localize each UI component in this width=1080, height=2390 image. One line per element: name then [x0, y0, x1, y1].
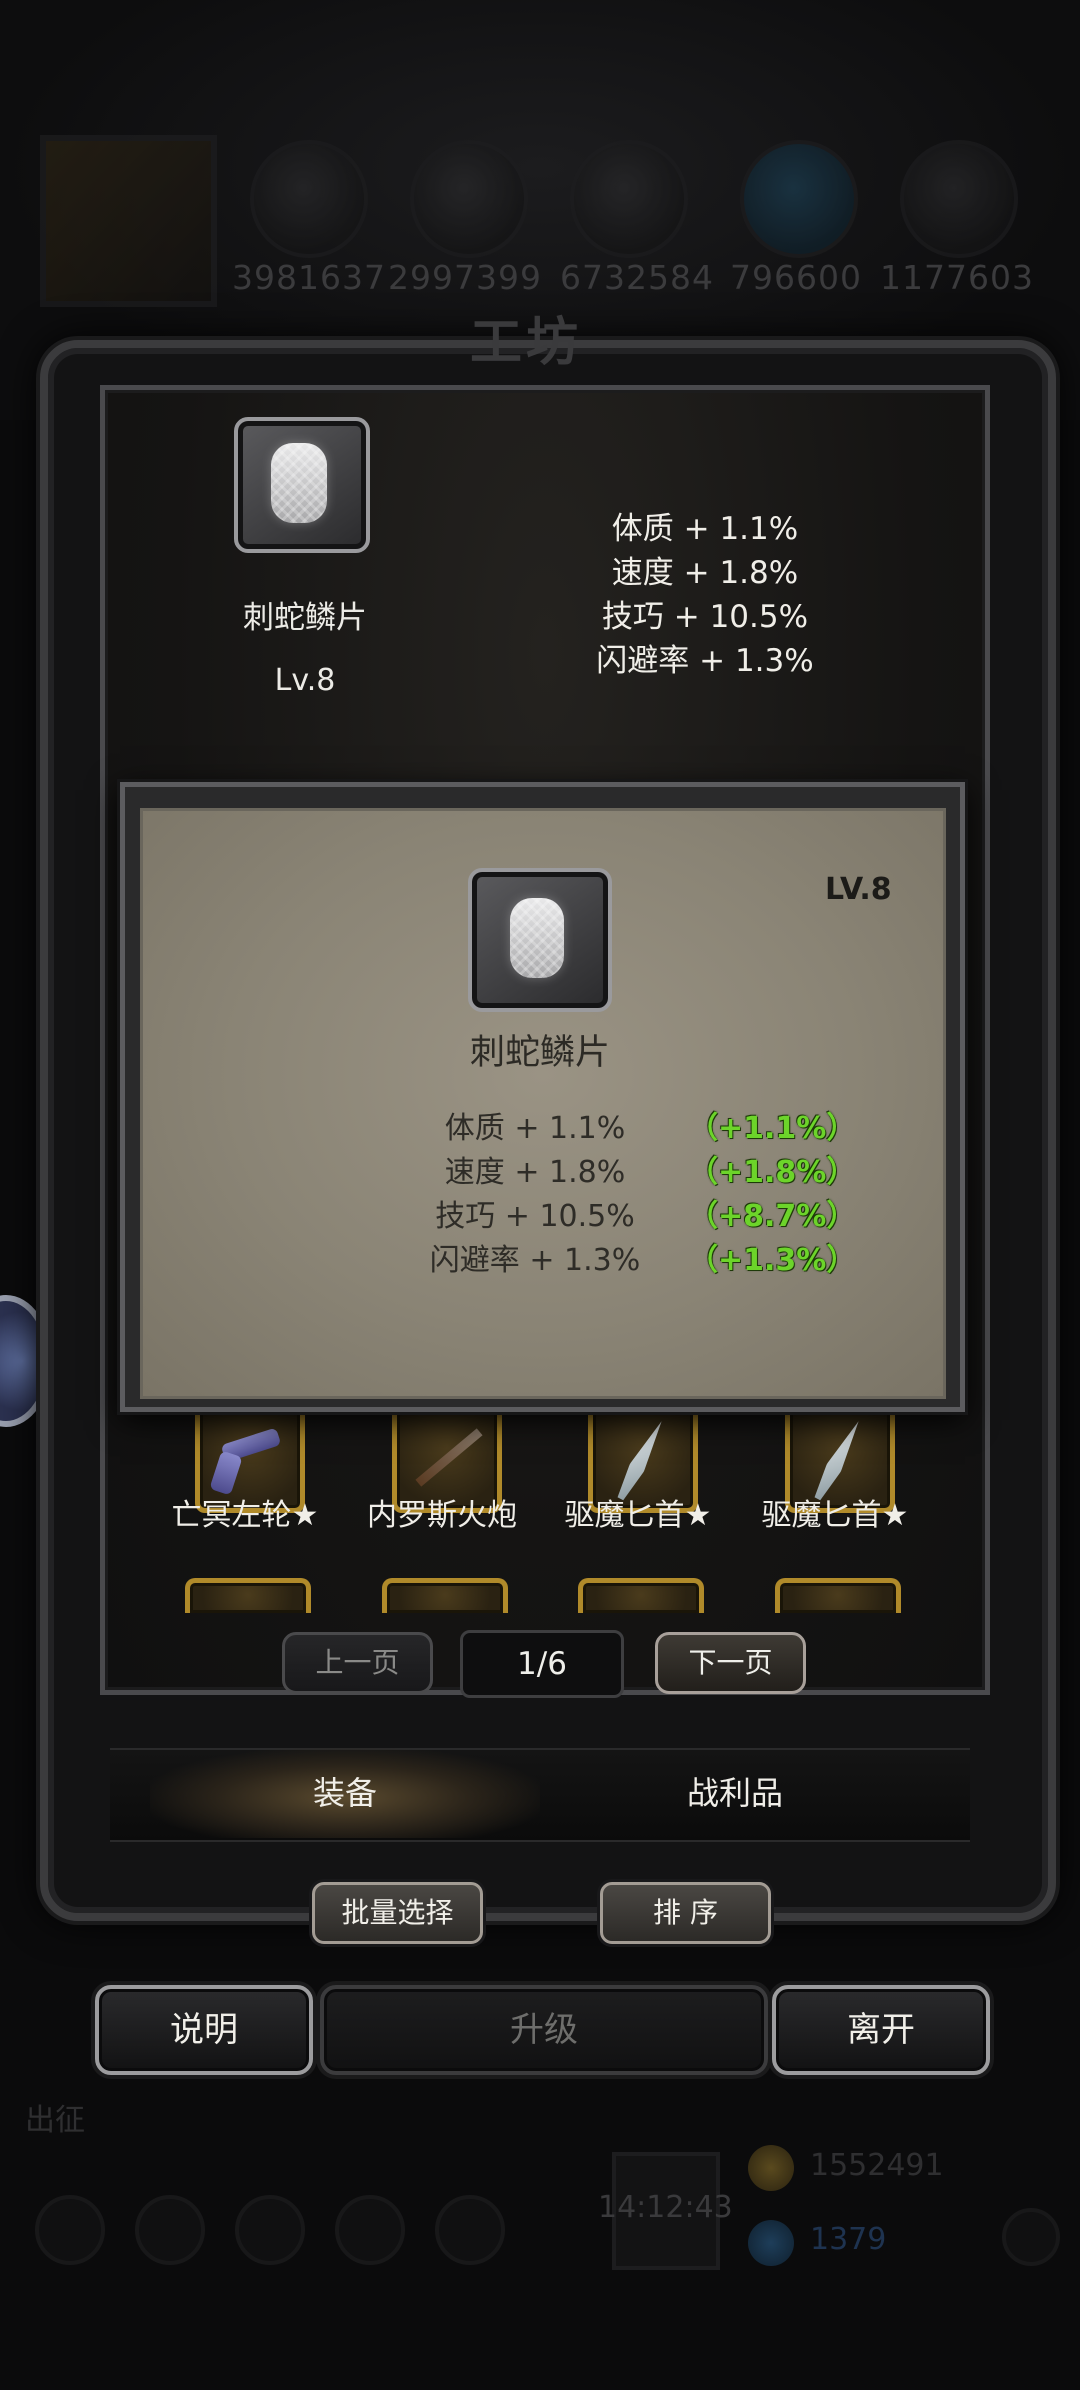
header-stat-dodge: 闪避率 + 1.3%	[596, 643, 814, 679]
resource-icon-4	[740, 140, 858, 258]
card-bonus-constitution: （+1.1%）	[688, 1111, 857, 1146]
item-name-4: 驱魔匕首★	[761, 1498, 909, 1533]
resource-icon-5	[900, 140, 1018, 258]
clock-text: 14:12:43	[598, 2190, 733, 2225]
card-item-slot	[468, 868, 612, 1012]
card-stat-dodge: 闪避率 + 1.3%	[429, 1243, 641, 1278]
card-bonus-speed: （+1.8%）	[688, 1155, 857, 1190]
item-slot-6[interactable]	[382, 1578, 508, 1613]
header-stat-speed: 速度 + 1.8%	[611, 555, 799, 591]
resource-icon-1	[250, 140, 368, 258]
item-slot-7[interactable]	[578, 1578, 704, 1613]
resource-icon-3	[570, 140, 688, 258]
tab-loot[interactable]: 战利品	[540, 1748, 930, 1838]
header-stat-skill: 技巧 + 10.5%	[601, 599, 809, 635]
portrait-background	[40, 135, 217, 307]
bottom-nav-icon-1	[35, 2195, 105, 2265]
bottom-nav-icon-5	[435, 2195, 505, 2265]
selected-item-level: Lv.8	[274, 663, 336, 698]
resource-icon-2	[410, 140, 528, 258]
gold-coin-icon	[748, 2145, 794, 2191]
gem-icon	[748, 2220, 794, 2266]
batch-select-button[interactable]: 批量选择	[312, 1882, 483, 1944]
resource-value-4: 796600	[730, 258, 862, 297]
card-level: LV.8	[825, 872, 892, 907]
selected-item-slot[interactable]	[234, 417, 370, 553]
card-stat-speed: 速度 + 1.8%	[444, 1155, 626, 1190]
expedition-label: 出征	[25, 2103, 85, 2138]
prev-page-button[interactable]: 上一页	[282, 1632, 433, 1694]
revolver-grip	[209, 1450, 243, 1496]
item-slot-8[interactable]	[775, 1578, 901, 1613]
bottom-nav-icon-4	[335, 2195, 405, 2265]
page-indicator: 1/6	[460, 1630, 624, 1698]
card-stat-constitution: 体质 + 1.1%	[444, 1111, 626, 1146]
resource-value-5: 1177603	[880, 258, 1034, 297]
resource-value-2: 2997399	[388, 258, 542, 297]
item-name-3: 驱魔匕首★	[564, 1498, 712, 1533]
snake-scale-icon	[510, 898, 564, 978]
header-stat-constitution: 体质 + 1.1%	[611, 511, 799, 547]
resource-value-3: 6732584	[560, 258, 714, 297]
card-bonus-skill: （+8.7%）	[688, 1199, 857, 1234]
card-bonus-dodge: （+1.3%）	[688, 1243, 857, 1278]
bottom-nav-icon-3	[235, 2195, 305, 2265]
upgrade-button[interactable]: 升级	[320, 1985, 768, 2075]
selected-item-name: 刺蛇鳞片	[243, 600, 367, 636]
help-button[interactable]: 说明	[95, 1985, 313, 2075]
item-name-2: 内罗斯火炮	[367, 1498, 517, 1533]
item-name-1: 亡冥左轮★	[171, 1498, 319, 1533]
window-title: 工坊	[470, 312, 583, 373]
leave-button[interactable]: 离开	[772, 1985, 990, 2075]
tab-equipment[interactable]: 装备	[150, 1748, 540, 1838]
sort-button[interactable]: 排 序	[600, 1882, 771, 1944]
item-slot-5[interactable]	[185, 1578, 311, 1613]
bottom-nav-icon-2	[135, 2195, 205, 2265]
add-icon	[1002, 2208, 1060, 2266]
musket-icon	[415, 1428, 483, 1487]
card-stat-skill: 技巧 + 10.5%	[435, 1199, 635, 1234]
snake-scale-icon	[271, 443, 327, 523]
gem-amount: 1379	[810, 2222, 887, 2257]
gold-amount: 1552491	[810, 2148, 944, 2183]
card-item-name: 刺蛇鳞片	[469, 1033, 610, 1073]
resource-value-1: 3981637	[232, 258, 386, 297]
next-page-button[interactable]: 下一页	[655, 1632, 806, 1694]
